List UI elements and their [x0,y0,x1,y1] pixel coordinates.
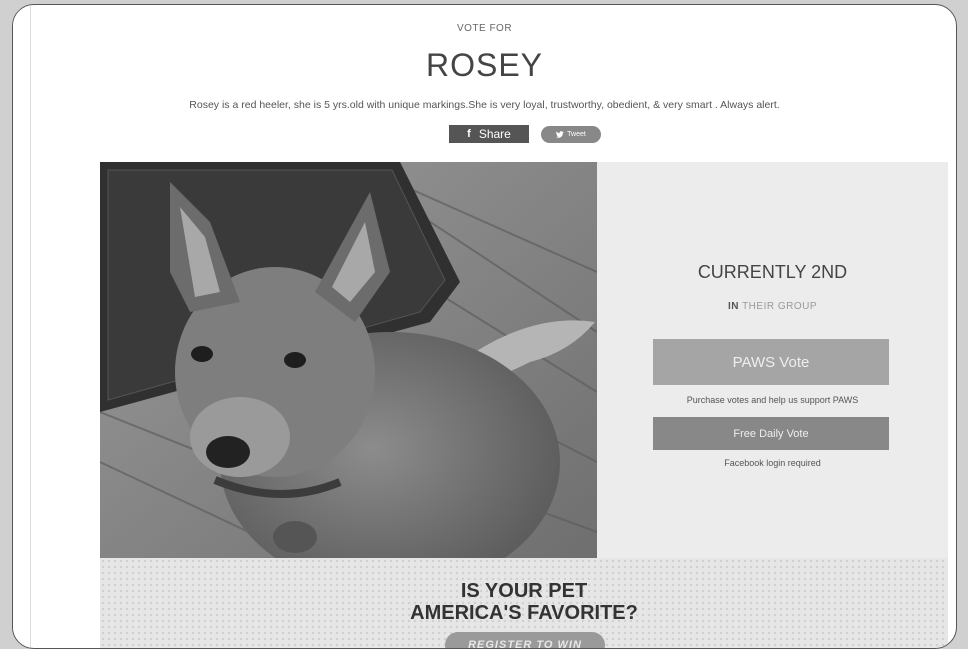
pet-description: Rosey is a red heeler, she is 5 yrs.old … [189,99,780,111]
promo-title-line1: IS YOUR PET [460,580,588,602]
promo-title: IS YOUR PET AMERICA'S FAVORITE? [100,580,948,624]
facebook-share-label: Share [478,127,511,141]
tweet-label: Tweet [567,131,586,138]
facebook-share-button[interactable]: f Share [449,125,529,143]
paws-vote-button[interactable]: PAWS Vote [653,339,889,385]
current-ranking: CURRENTLY 2ND [697,262,848,282]
tweet-button[interactable]: Tweet [541,126,601,143]
group-suffix: THEIR GROUP [742,301,818,312]
facebook-login-note: Facebook login required [724,458,821,468]
dog-photo-image [100,162,597,558]
vote-panel: CURRENTLY 2ND IN THEIR GROUP PAWS Vote P… [597,162,948,558]
facebook-icon: f [467,128,471,140]
pet-name: ROSEY [425,47,544,83]
twitter-bird-icon [556,131,564,138]
share-row: f Share Tweet [13,123,956,145]
register-to-win-button[interactable]: REGISTER TO WIN [445,632,605,648]
vote-for-label: VOTE FOR [456,23,513,34]
device-bezel: VOTE FOR ROSEY Rosey is a red heeler, sh… [0,0,968,649]
group-label: IN THEIR GROUP [597,301,948,312]
promo-title-line2: AMERICA'S FAVORITE? [410,602,638,624]
promo-banner: IS YOUR PET AMERICA'S FAVORITE? REGISTER… [100,558,948,648]
pet-photo [100,162,597,558]
group-prefix: IN [727,301,739,312]
purchase-note: Purchase votes and help us support PAWS [686,395,859,405]
free-daily-vote-button[interactable]: Free Daily Vote [653,417,889,450]
browser-screen: VOTE FOR ROSEY Rosey is a red heeler, sh… [12,4,957,649]
